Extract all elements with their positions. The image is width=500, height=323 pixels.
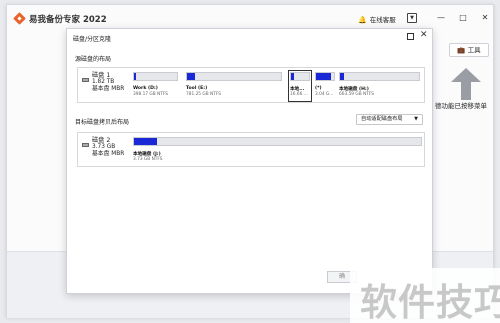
minimize-icon[interactable]: —	[436, 13, 446, 23]
disk-icon	[82, 78, 89, 82]
partition-usage-fill	[291, 73, 294, 80]
partition-size: 16.66 ...	[290, 92, 308, 97]
watermark-text: 软件技巧	[360, 281, 500, 323]
source-partition-selected[interactable]: 本地... 16.66 ...	[288, 70, 312, 102]
dialog-close-icon[interactable]: ✕	[420, 30, 428, 40]
partition-name: (*)	[315, 86, 322, 91]
source-disk-row: 磁盘 1 1.82 TB 基本盘 MBR Work (D:) 398.17 GB…	[77, 67, 425, 103]
clone-dialog: 磁盘/分区克隆 ✕ 源磁盘的布局 磁盘 1 1.82 TB 基本盘 MBR Wo…	[66, 28, 433, 294]
target-disk-type: 基本盘 MBR	[92, 151, 125, 158]
briefcase-icon: 💼	[457, 46, 466, 54]
source-disk-name: 磁盘 1	[92, 72, 111, 79]
diamond-logo-icon	[13, 12, 26, 25]
chevron-down-icon: ▼	[414, 116, 418, 122]
source-partition[interactable]: (*) 3.04 G...	[315, 72, 335, 100]
disk-icon	[82, 143, 89, 147]
partition-size: 3.73 GB NTFS	[133, 157, 163, 162]
source-partition[interactable]: Work (D:) 398.17 GB NTFS	[133, 72, 178, 100]
tools-label: 工具	[467, 46, 481, 54]
layout-dropdown-value: 自动适配磁盘布局	[361, 116, 403, 122]
partition-usage-fill	[340, 73, 344, 80]
partition-size: 663.59 GB NTFS	[339, 92, 375, 97]
partition-name: Work (D:)	[133, 86, 158, 91]
arrow-up-icon	[451, 68, 481, 100]
app-title: 易我备份专家 2022	[29, 15, 107, 25]
tools-button[interactable]: 💼 工具	[449, 43, 489, 57]
target-layout-label: 目标磁盘拷贝后布局	[75, 119, 130, 126]
maximize-icon[interactable]: □	[458, 13, 468, 23]
target-disk-row: 磁盘 2 3.73 GB 基本盘 MBR 本地磁盘 (J:) 3.73 GB N…	[77, 132, 425, 167]
layout-dropdown[interactable]: 自动适配磁盘布局 ▼	[356, 114, 423, 125]
partition-usage-fill	[134, 73, 136, 80]
dialog-title: 磁盘/分区克隆	[73, 36, 112, 43]
partition-name: Tool (E:)	[186, 86, 208, 91]
partition-size: 781.25 GB NTFS	[186, 92, 222, 97]
partition-usage-fill	[316, 73, 332, 80]
bell-icon: 🔔	[358, 16, 367, 24]
watermark: 软件技巧	[350, 268, 500, 323]
source-partition[interactable]: Tool (E:) 781.25 GB NTFS	[186, 72, 282, 100]
source-layout-label: 源磁盘的布局	[75, 56, 112, 63]
partition-size: 3.04 G...	[315, 92, 334, 97]
online-support-link[interactable]: 🔔 在线客服	[358, 14, 396, 24]
target-partition[interactable]: 本地磁盘 (J:) 3.73 GB NTFS	[133, 137, 422, 165]
close-icon[interactable]: ✕	[480, 13, 490, 23]
side-hint-text: 德功能已按移菜单	[435, 102, 487, 110]
partition-size: 398.17 GB NTFS	[133, 92, 169, 97]
target-disk-name: 磁盘 2	[92, 137, 111, 144]
partition-usage-fill	[187, 73, 196, 80]
partition-usage-fill	[134, 138, 157, 145]
feedback-icon[interactable]: ▼	[407, 13, 417, 23]
source-partition[interactable]: 本地磁盘 (H:) 663.59 GB NTFS	[339, 72, 420, 100]
source-disk-type: 基本盘 MBR	[92, 86, 125, 93]
dialog-maximize-icon[interactable]	[407, 33, 414, 40]
online-support-label: 在线客服	[369, 16, 396, 24]
